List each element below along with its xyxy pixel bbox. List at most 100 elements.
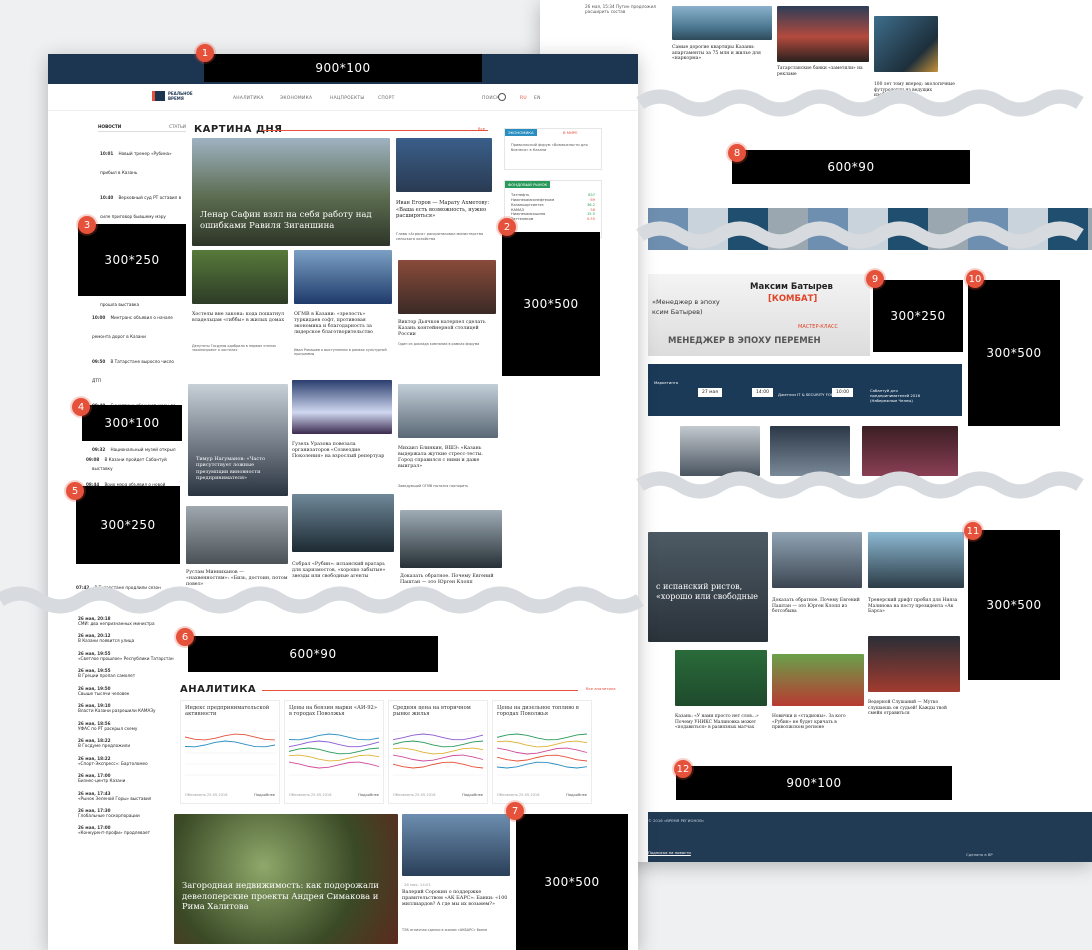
list-item[interactable]: 26 мая, 19:50 Свыше тысячи человек bbox=[78, 686, 182, 696]
list-item[interactable]: 09:08 В Казани пройдет Сабантуй bbox=[86, 446, 182, 465]
ad-600x90-b[interactable]: 600*90 bbox=[732, 150, 970, 184]
badge-12: 12 bbox=[674, 760, 692, 778]
list-item[interactable]: 26 мая, 18:56 УФАС по РТ раскрыл схему bbox=[78, 721, 182, 731]
realestate-title[interactable]: Загородная недвижимость: как подорожали … bbox=[182, 880, 392, 912]
tab-articles[interactable]: СТАТЬИ bbox=[169, 124, 186, 129]
list-item[interactable]: 26 мая, 17:43 «Рынок Зеленой Горы» выстав… bbox=[78, 791, 182, 801]
photo-side[interactable] bbox=[396, 138, 492, 192]
chart-series-line bbox=[393, 733, 484, 741]
widget-economy-tag[interactable]: В МИРЕ bbox=[563, 130, 578, 135]
list-item[interactable]: 26 мая, 17:30 Глобальные госкорпорации bbox=[78, 808, 182, 818]
tab-news[interactable]: НОВОСТИ bbox=[98, 124, 121, 129]
sorokin-title[interactable]: Валерий Сорокин о поддержке правительств… bbox=[402, 890, 510, 908]
list-item[interactable]: 26 мая, 17:00 Бизнес-центр Казани bbox=[78, 773, 182, 783]
chart-title: Средняя цена на вторичном рынке жилья bbox=[393, 705, 471, 718]
ad-300x250-c[interactable]: 300*250 bbox=[873, 280, 963, 352]
photo-pashtan[interactable] bbox=[400, 510, 502, 568]
sport-item-4[interactable]: Новички и «стадионы». За кого «Рубин» не… bbox=[772, 714, 864, 731]
chart-plot bbox=[185, 730, 277, 776]
sport-item-5[interactable]: Ведерной Слушаний — Мутко слушаешь он су… bbox=[868, 700, 960, 717]
list-item[interactable]: 10:00 Минтранс объявил о начале ремонта … bbox=[92, 304, 184, 342]
badge-7: 7 bbox=[506, 802, 524, 820]
widget-economy-title[interactable]: ЭКОНОМИКА bbox=[505, 129, 537, 136]
list-item[interactable]: 26 мая, 17:00 «Конкурент-профи» продлевае… bbox=[78, 825, 182, 835]
widget-stock-title[interactable]: ФОНДОВЫЙ РЫНОК bbox=[505, 181, 551, 188]
footer-subscribe[interactable]: Подписка на новости bbox=[648, 850, 691, 855]
photo-port[interactable] bbox=[398, 260, 496, 314]
right-top-list: 26 мая, 15:34 Путин предложил расширить … bbox=[585, 4, 665, 15]
photo-speaker-2 bbox=[770, 426, 850, 476]
chart-more-link[interactable]: Подробнее bbox=[462, 793, 483, 797]
photo-sorokin[interactable] bbox=[402, 814, 510, 876]
event-1-date: 27 мая bbox=[698, 388, 723, 397]
badge-9: 9 bbox=[866, 270, 884, 288]
footer-made[interactable]: Сделано в BP bbox=[966, 852, 993, 857]
photo-sport-2 bbox=[772, 532, 862, 588]
photo-real-estate[interactable]: Загородная недвижимость: как подорожали … bbox=[174, 814, 398, 944]
row3-title-3[interactable]: Михаил Блинкин, ВШЭ: «Казань выдержала ж… bbox=[398, 446, 498, 470]
list-item[interactable]: 09:50 В Татарстане выросло число ДТП bbox=[92, 348, 184, 386]
banner-quote: «Менеджер в эпоху bbox=[652, 298, 720, 306]
photo-hostel[interactable] bbox=[192, 250, 288, 304]
section-link-main[interactable]: Все bbox=[478, 126, 485, 131]
side-title[interactable]: Иван Егоров — Марату Ахметову: «Ваша ест… bbox=[396, 200, 492, 220]
chart-card[interactable]: Цены на дизельное топливо в городах Пово… bbox=[492, 700, 592, 804]
photo-speaker-3 bbox=[862, 426, 958, 476]
photo-sport-6 bbox=[868, 636, 960, 692]
events-bar: Марке­тинга 27 мая Джетлиз IT & SECURITY… bbox=[648, 364, 962, 416]
chart-more-link[interactable]: Подробнее bbox=[254, 793, 275, 797]
right-top-item-1: Самые дорогие квартиры Казани: апартамен… bbox=[672, 45, 761, 62]
list-item[interactable]: 26 мая, 20:18 СМИ: два непризнанных минис… bbox=[78, 616, 182, 626]
widget-economy-text[interactable]: Приволжский форум «Возможности для бизне… bbox=[511, 143, 589, 152]
photo-sport-3 bbox=[868, 532, 964, 588]
photo-blinkin[interactable] bbox=[398, 384, 498, 438]
badge-10: 10 bbox=[966, 270, 984, 288]
chart-more-link[interactable]: Подробнее bbox=[566, 793, 587, 797]
list-item[interactable]: 10:01 Новый тренер «Рубина» прибыл в Каз… bbox=[100, 140, 184, 178]
list-item[interactable]: 26 мая, 18:22 «Спорт-Экспресс»: Бартоломе… bbox=[78, 756, 182, 766]
list-item[interactable]: 26 мая, 18:22 В Госдуме предложили bbox=[78, 738, 182, 748]
sport-item-3[interactable]: Казань: «У нами просто нет слов...» Поче… bbox=[675, 714, 767, 731]
sorokin-meta: 26 мая, 14:01 bbox=[404, 882, 431, 887]
ad-300x100[interactable]: 300*100 bbox=[82, 405, 182, 441]
ad-900x100-b[interactable]: 900*100 bbox=[676, 766, 952, 800]
chart-series-line bbox=[393, 754, 484, 762]
photo-concert[interactable] bbox=[292, 380, 392, 434]
chart-card[interactable]: Средняя цена на вторичном рынке жилья Обн… bbox=[388, 700, 488, 804]
ad-300x500-b[interactable]: 300*500 bbox=[968, 280, 1060, 426]
banner-title: Максим Батырев bbox=[750, 282, 833, 292]
banner-sub: [КОМБАТ] bbox=[768, 294, 818, 304]
row2-title-3[interactable]: Виктор Дьячков натерпел сделать Казань к… bbox=[398, 320, 496, 338]
ad-300x500-a[interactable]: 300*500 bbox=[502, 232, 600, 376]
chart-card[interactable]: Индекс предпринимательской активности Обн… bbox=[180, 700, 280, 804]
list-item[interactable]: 26 мая, 20:12 В Казани появится улица bbox=[78, 633, 182, 643]
photo-minnikhanov[interactable] bbox=[186, 506, 288, 564]
photo-rubin[interactable] bbox=[292, 494, 394, 552]
row2-title-1[interactable]: Хостелы вне закона: кода пошатнул владел… bbox=[192, 312, 288, 324]
event-1[interactable]: Марке­тинга bbox=[654, 380, 678, 385]
list-item[interactable]: 26 мая, 19:55 «Светлое прошлое» Республик… bbox=[78, 651, 182, 661]
badge-4: 4 bbox=[72, 398, 90, 416]
right-top-item-2: Татарстанские банки «заметили» на реклам… bbox=[777, 66, 863, 77]
masterclass-banner[interactable]: Максим Батырев [КОМБАТ] «Менеджер в эпох… bbox=[648, 274, 870, 356]
list-item[interactable]: 26 мая, 19:10 Власти Казани разрешили КАМ… bbox=[78, 703, 182, 713]
event-3[interactable]: Сабантуй для предпринимателей 2016 (Набе… bbox=[870, 388, 934, 403]
wave-cut-mid bbox=[636, 471, 1084, 499]
ad-600x90-a[interactable]: 600*90 bbox=[188, 636, 438, 672]
badge-5: 5 bbox=[66, 482, 84, 500]
stock-list: Татнефть 637 Нижнекамскнефтехим 69 Казаньорг… bbox=[511, 193, 595, 222]
row2-lead-2: Иван Ромашев о выступлении в рамках куль… bbox=[294, 348, 387, 357]
row2-title-2[interactable]: ОГМВ в Казани: «зрелость» туркидаев софт… bbox=[294, 312, 392, 336]
row3-title-2[interactable]: Гузель Уразова повезала организаторов «С… bbox=[292, 442, 392, 460]
section-link-analytics[interactable]: Все аналитика bbox=[586, 686, 616, 691]
analytics-divider bbox=[262, 690, 578, 691]
chart-more-link[interactable]: Подробнее bbox=[358, 793, 379, 797]
chart-card[interactable]: Цены на бензин марки «АИ-92» в городах П… bbox=[284, 700, 384, 804]
ad-300x500-d[interactable]: 300*500 bbox=[516, 814, 628, 950]
photo-sport-4 bbox=[675, 650, 767, 706]
list-item[interactable]: 26 мая, 19:55 В Греции пропал самолет bbox=[78, 668, 182, 678]
photo-ogmv[interactable] bbox=[294, 250, 392, 304]
list-item[interactable]: 10:40 Верховный суд РТ оставил в силе пр… bbox=[100, 184, 184, 222]
row4-title-2[interactable]: Собрал «Рубин»: испанский вратарь для ха… bbox=[292, 562, 394, 580]
ad-900x100-a[interactable]: 900*100 bbox=[204, 54, 482, 82]
